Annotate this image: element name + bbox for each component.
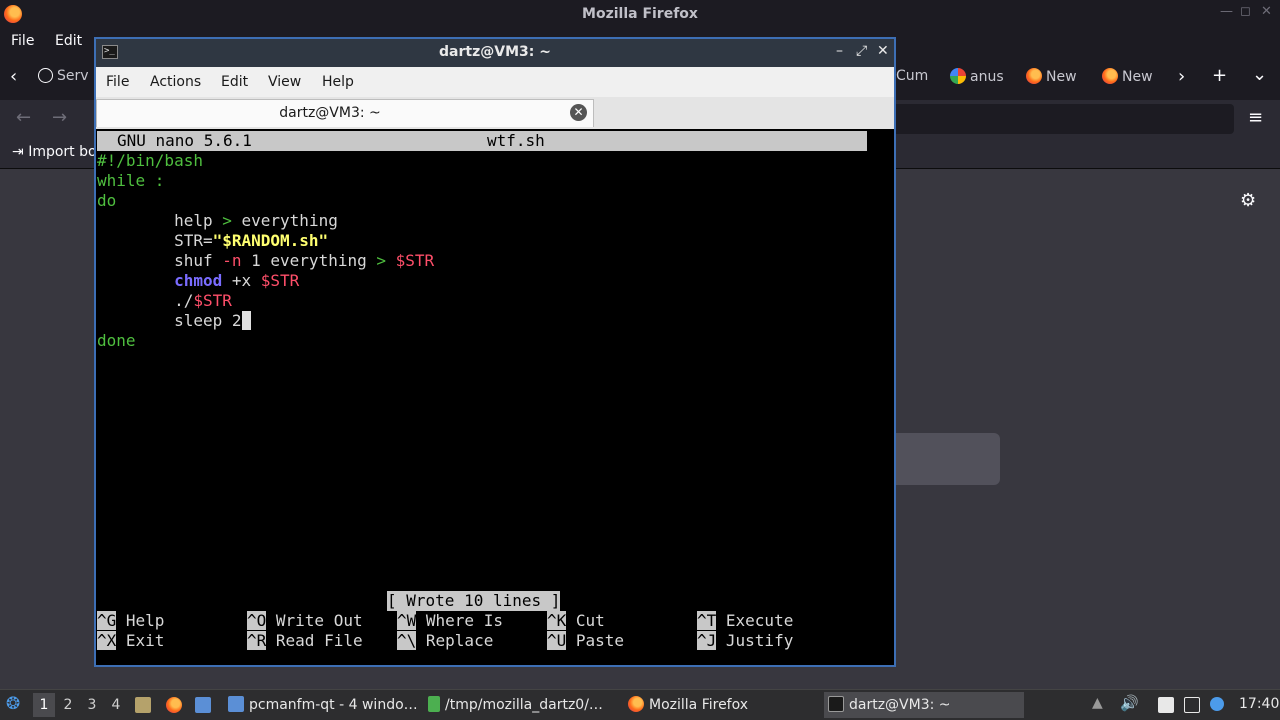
shortcut-justify: ^J Justify bbox=[697, 631, 794, 650]
file-manager-launcher-icon[interactable] bbox=[135, 697, 151, 713]
code-line-5: STR="$RANDOM.sh" bbox=[97, 231, 329, 250]
tab-serv[interactable]: Serv bbox=[38, 68, 89, 84]
desktop-4[interactable]: 4 bbox=[105, 693, 127, 717]
updates-icon[interactable] bbox=[1210, 697, 1224, 711]
tab-new-1[interactable]: New bbox=[1026, 68, 1077, 85]
desktop-1[interactable]: 1 bbox=[33, 693, 55, 717]
google-icon bbox=[950, 68, 966, 84]
page-search-box[interactable] bbox=[880, 433, 1000, 485]
list-tabs-icon[interactable]: ⌄ bbox=[1252, 64, 1267, 85]
import-icon: ⇥ bbox=[12, 144, 24, 160]
clipboard-icon[interactable] bbox=[1158, 697, 1174, 713]
maximize-icon[interactable]: ◻ bbox=[1240, 4, 1251, 19]
task-pcmanfm[interactable]: pcmanfm-qt - 4 windo… bbox=[224, 692, 424, 718]
import-bookmarks-item[interactable]: ⇥ Import bo bbox=[12, 144, 97, 160]
shortcut-execute: ^T Execute bbox=[697, 611, 794, 630]
hamburger-menu-icon[interactable]: ≡ bbox=[1248, 107, 1263, 128]
code-line-4: help > everything bbox=[97, 211, 338, 230]
terminal-menubar: File Actions Edit View Help bbox=[96, 67, 894, 97]
code-line-9: sleep 2 bbox=[97, 311, 252, 331]
tab-new-2[interactable]: New bbox=[1102, 68, 1153, 85]
network-icon[interactable] bbox=[1184, 697, 1200, 713]
nano-editor[interactable]: GNU nano 5.6.1 wtf.sh #!/bin/bash while … bbox=[97, 131, 893, 665]
terminal-menu-file[interactable]: File bbox=[106, 74, 129, 90]
firefox-window-title: Mozilla Firefox bbox=[582, 6, 698, 22]
terminal-tab[interactable]: dartz@VM3: ~ ✕ bbox=[96, 99, 594, 127]
shortcut-where-is: ^W Where Is bbox=[397, 611, 503, 630]
task-tmp-script[interactable]: /tmp/mozilla_dartz0/… bbox=[424, 692, 624, 718]
new-tab-icon[interactable]: + bbox=[1212, 65, 1227, 86]
nano-filename: wtf.sh bbox=[487, 131, 545, 150]
tray-expand-icon[interactable]: ▲ bbox=[1092, 695, 1103, 711]
shortcut-replace: ^\ Replace bbox=[397, 631, 494, 650]
terminal-icon bbox=[828, 696, 844, 712]
folder-icon bbox=[228, 696, 244, 712]
firefox-titlebar: Mozilla Firefox — ◻ ✕ bbox=[0, 0, 1280, 30]
shortcut-read-file: ^R Read File bbox=[247, 631, 363, 650]
code-line-7: chmod +x $STR bbox=[174, 271, 300, 290]
shortcut-write-out: ^O Write Out bbox=[247, 611, 363, 630]
maximize-icon[interactable]: ⤢ bbox=[856, 43, 867, 59]
start-menu-icon[interactable]: ❂ bbox=[6, 694, 20, 714]
tabs-scroll-right-icon[interactable]: › bbox=[1178, 66, 1185, 87]
terminal-titlebar: >_ dartz@VM3: ~ – ⤢ ✕ bbox=[96, 39, 894, 67]
code-line-10: done bbox=[97, 331, 136, 350]
desktop-3[interactable]: 3 bbox=[81, 693, 103, 717]
terminal-window-title: dartz@VM3: ~ bbox=[439, 44, 551, 60]
shortcut-paste: ^U Paste bbox=[547, 631, 625, 650]
info-icon bbox=[38, 68, 53, 83]
taskbar: ❂ 1 2 3 4 pcmanfm-qt - 4 windo… /tmp/moz… bbox=[0, 689, 1280, 720]
task-terminal[interactable]: dartz@VM3: ~ bbox=[824, 692, 1024, 718]
firefox-menu-file[interactable]: File bbox=[11, 33, 34, 49]
code-line-1: #!/bin/bash bbox=[97, 151, 203, 170]
clock[interactable]: 17:40 bbox=[1239, 696, 1279, 712]
nano-header-bar: GNU nano 5.6.1 wtf.sh bbox=[97, 131, 867, 151]
terminal-window: >_ dartz@VM3: ~ – ⤢ ✕ File Actions Edit … bbox=[94, 37, 896, 667]
close-icon[interactable]: ✕ bbox=[1261, 4, 1272, 19]
firefox-icon bbox=[628, 696, 644, 712]
task-firefox[interactable]: Mozilla Firefox bbox=[624, 692, 824, 718]
firefox-icon bbox=[1102, 68, 1118, 84]
nano-version: GNU nano 5.6.1 bbox=[117, 131, 252, 150]
gear-icon[interactable]: ⚙ bbox=[1240, 190, 1256, 211]
code-line-2: while : bbox=[97, 171, 165, 190]
terminal-menu-help[interactable]: Help bbox=[322, 74, 354, 90]
firefox-launcher-icon[interactable] bbox=[166, 697, 182, 713]
nano-status-message: [ Wrote 10 lines ] bbox=[387, 591, 561, 611]
shortcut-cut: ^K Cut bbox=[547, 611, 605, 630]
code-line-6: shuf -n 1 everything > $STR bbox=[97, 251, 435, 270]
tab-close-icon[interactable]: ✕ bbox=[570, 104, 587, 121]
back-icon[interactable]: ← bbox=[16, 107, 31, 128]
tabs-scroll-left-icon[interactable]: ‹ bbox=[10, 66, 17, 87]
forward-icon[interactable]: → bbox=[52, 107, 67, 128]
tab-anus[interactable]: anus bbox=[950, 68, 1004, 85]
desktop-2[interactable]: 2 bbox=[57, 693, 79, 717]
show-desktop-icon[interactable] bbox=[195, 697, 211, 713]
code-line-8: ./$STR bbox=[97, 291, 232, 310]
terminal-tab-label: dartz@VM3: ~ bbox=[279, 105, 381, 121]
close-icon[interactable]: ✕ bbox=[877, 43, 889, 59]
tab-cum[interactable]: Cum bbox=[896, 68, 928, 84]
shortcut-help: ^G Help bbox=[97, 611, 165, 630]
firefox-icon bbox=[1026, 68, 1042, 84]
terminal-menu-edit[interactable]: Edit bbox=[221, 74, 248, 90]
terminal-menu-actions[interactable]: Actions bbox=[150, 74, 201, 90]
minimize-icon[interactable]: – bbox=[836, 43, 843, 59]
code-line-3: do bbox=[97, 191, 117, 210]
shortcut-exit: ^X Exit bbox=[97, 631, 165, 650]
volume-icon[interactable]: 🔊 bbox=[1120, 694, 1139, 712]
text-cursor bbox=[241, 311, 252, 330]
script-icon bbox=[428, 696, 440, 712]
firefox-menu-edit[interactable]: Edit bbox=[55, 33, 82, 49]
terminal-menu-view[interactable]: View bbox=[268, 74, 301, 90]
minimize-icon[interactable]: — bbox=[1220, 4, 1233, 19]
terminal-tabstrip: dartz@VM3: ~ ✕ bbox=[96, 97, 894, 129]
